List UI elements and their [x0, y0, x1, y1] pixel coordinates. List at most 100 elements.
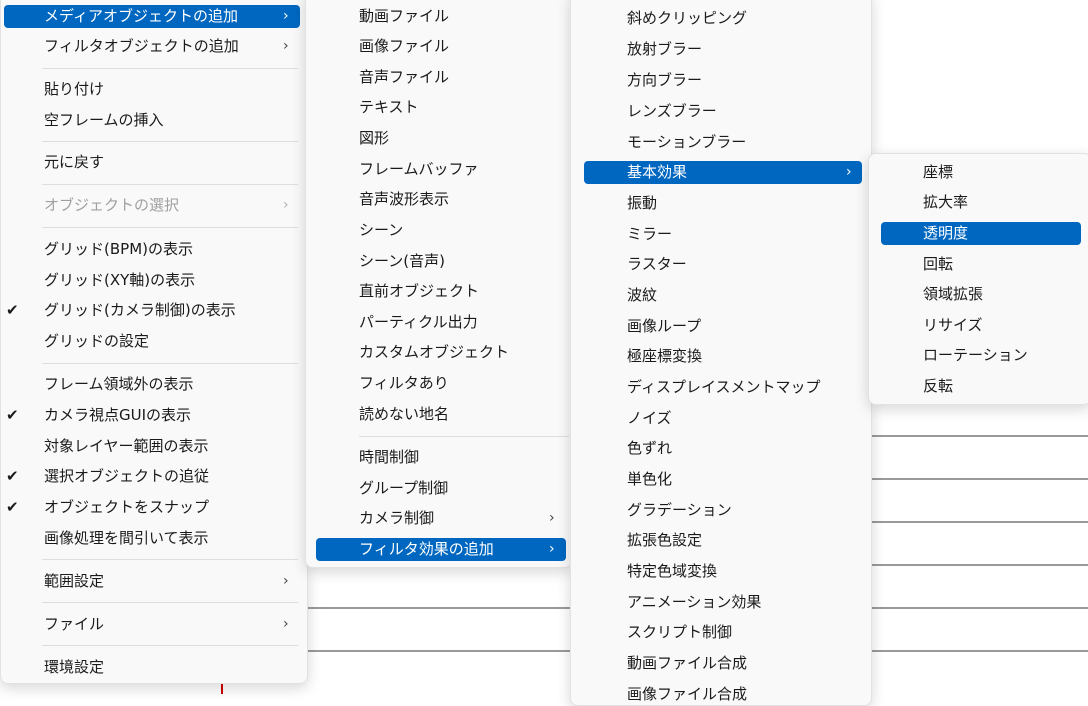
menu-item-area-expand[interactable]: 領域拡張 [881, 283, 1081, 306]
menu-item-label: 空フレームの挿入 [44, 111, 164, 129]
menu-item-basic-effects[interactable]: 基本効果 › [584, 161, 862, 184]
menu-item-unreadable-place[interactable]: 読めない地名 [316, 403, 566, 426]
menu-item-label: 色ずれ [627, 439, 673, 457]
menu-item-label: オブジェクトの選択 [44, 196, 180, 214]
menu-item-gradation[interactable]: グラデーション [584, 499, 862, 522]
menu-item-image-composite[interactable]: 画像ファイル合成 [584, 683, 862, 706]
menu-item-radial-blur[interactable]: 放射ブラー [584, 38, 862, 61]
menu-item-label: 画像ループ [627, 317, 702, 335]
menu-item-file[interactable]: ファイル › [4, 613, 300, 636]
menu-item-image-loop[interactable]: 画像ループ [584, 315, 862, 338]
menu-item-show-camera-gui[interactable]: ✔ カメラ視点GUIの表示 [4, 404, 300, 427]
menu-separator [42, 559, 298, 560]
menu-item-environment-settings[interactable]: 環境設定 [4, 656, 300, 679]
menu-item-zoom-ratio[interactable]: 拡大率 [881, 191, 1081, 214]
menu-item-show-grid-bpm[interactable]: グリッド(BPM)の表示 [4, 238, 300, 261]
menu-item-specific-color-conversion[interactable]: 特定色域変換 [584, 560, 862, 583]
menu-item-previous-object[interactable]: 直前オブジェクト [316, 280, 566, 303]
menu-item-label: モーションブラー [627, 133, 747, 151]
menu-item-undo[interactable]: 元に戻す [4, 151, 300, 174]
menu-item-label: シーン [359, 221, 404, 239]
menu-item-label: 読めない地名 [359, 405, 450, 423]
menu-item-add-media-object[interactable]: メディアオブジェクトの追加 › [4, 5, 300, 28]
chevron-right-icon: › [846, 164, 852, 180]
menu-item-thin-image-processing[interactable]: 画像処理を間引いて表示 [4, 527, 300, 550]
checkmark-icon: ✔ [6, 498, 19, 516]
menu-item-particle-output[interactable]: パーティクル出力 [316, 311, 566, 334]
menu-item-add-filter-object[interactable]: フィルタオブジェクトの追加 › [4, 35, 300, 58]
menu-item-label: 音声ファイル [359, 68, 450, 86]
menu-item-flip[interactable]: 反転 [881, 375, 1081, 398]
menu-item-add-filter-effect[interactable]: フィルタ効果の追加 › [316, 538, 566, 561]
menu-item-label: メディアオブジェクトの追加 [44, 7, 238, 25]
menu-item-show-grid-camera[interactable]: ✔ グリッド(カメラ制御)の表示 [4, 299, 300, 322]
menu-item-label: グリッド(BPM)の表示 [44, 240, 193, 258]
menu-item-vibration[interactable]: 振動 [584, 192, 862, 215]
menu-item-ripple[interactable]: 波紋 [584, 284, 862, 307]
menu-item-displacement-map[interactable]: ディスプレイスメントマップ [584, 376, 862, 399]
menu-item-video-composite[interactable]: 動画ファイル合成 [584, 652, 862, 675]
menu-item-label: アニメーション効果 [627, 593, 762, 611]
menu-item-coordinates[interactable]: 座標 [881, 161, 1081, 184]
menu-item-monochrome[interactable]: 単色化 [584, 468, 862, 491]
menu-item-label: 図形 [359, 129, 390, 147]
menu-item-label: 元に戻す [44, 153, 105, 171]
chevron-right-icon: › [283, 573, 289, 589]
menu-item-range-settings[interactable]: 範囲設定 › [4, 570, 300, 593]
menu-item-grid-settings[interactable]: グリッドの設定 [4, 330, 300, 353]
menu-item-show-outside-frame[interactable]: フレーム領域外の表示 [4, 373, 300, 396]
menu-item-show-target-layer-range[interactable]: 対象レイヤー範囲の表示 [4, 435, 300, 458]
menu-item-label: 画像処理を間引いて表示 [44, 529, 209, 547]
menu-item-resize[interactable]: リサイズ [881, 314, 1081, 337]
menu-item-label: 拡張色設定 [627, 531, 703, 549]
menu-item-diagonal-clipping[interactable]: 斜めクリッピング [584, 7, 862, 30]
menu-item-text[interactable]: テキスト [316, 96, 566, 119]
menu-item-frame-buffer[interactable]: フレームバッファ [316, 158, 566, 181]
menu-item-label: 座標 [923, 163, 954, 181]
menu-item-animation-effect[interactable]: アニメーション効果 [584, 591, 862, 614]
menu-item-shape[interactable]: 図形 [316, 127, 566, 150]
menu-item-mirror[interactable]: ミラー [584, 223, 862, 246]
menu-item-rotation[interactable]: 回転 [881, 253, 1081, 276]
menu-item-label: 振動 [627, 194, 658, 212]
menu-item-directional-blur[interactable]: 方向ブラー [584, 69, 862, 92]
menu-item-raster[interactable]: ラスター [584, 253, 862, 276]
menu-item-camera-control[interactable]: カメラ制御 › [316, 507, 566, 530]
menu-item-motion-blur[interactable]: モーションブラー [584, 131, 862, 154]
menu-item-label: 反転 [923, 377, 954, 395]
menu-item-follow-selected-object[interactable]: ✔ 選択オブジェクトの追従 [4, 465, 300, 488]
menu-item-label: 動画ファイル合成 [627, 654, 748, 672]
menu-item-time-control[interactable]: 時間制御 [316, 446, 566, 469]
menu-item-custom-object[interactable]: カスタムオブジェクト [316, 341, 566, 364]
menu-item-with-filter[interactable]: フィルタあり [316, 372, 566, 395]
menu-item-color-shift[interactable]: 色ずれ [584, 437, 862, 460]
menu-item-paste[interactable]: 貼り付け [4, 78, 300, 101]
menu-item-label: 単色化 [627, 470, 673, 488]
menu-item-scene[interactable]: シーン [316, 219, 566, 242]
menu-item-transparency[interactable]: 透明度 [881, 222, 1081, 245]
menu-item-label: 波紋 [627, 286, 658, 304]
menu-item-group-control[interactable]: グループ制御 [316, 477, 566, 500]
menu-item-noise[interactable]: ノイズ [584, 407, 862, 430]
menu-item-extended-color[interactable]: 拡張色設定 [584, 529, 862, 552]
menu-item-audio-file[interactable]: 音声ファイル [316, 66, 566, 89]
menu-item-video-file[interactable]: 動画ファイル [316, 5, 566, 28]
submenu-media-object: 動画ファイル 画像ファイル 音声ファイル テキスト 図形 フレームバッファ 音声… [305, 0, 573, 568]
menu-item-scene-audio[interactable]: シーン(音声) [316, 250, 566, 273]
menu-item-rotation-90[interactable]: ローテーション [881, 344, 1081, 367]
menu-item-lens-blur[interactable]: レンズブラー [584, 100, 862, 123]
menu-item-label: グリッド(カメラ制御)の表示 [44, 301, 236, 319]
menu-item-image-file[interactable]: 画像ファイル [316, 35, 566, 58]
menu-separator [42, 141, 298, 142]
menu-item-label: 領域拡張 [923, 285, 984, 303]
menu-item-polar-transform[interactable]: 極座標変換 [584, 345, 862, 368]
menu-item-script-control[interactable]: スクリプト制御 [584, 621, 862, 644]
menu-item-label: カメラ視点GUIの表示 [44, 406, 192, 424]
menu-item-audio-waveform[interactable]: 音声波形表示 [316, 188, 566, 211]
menu-item-snap-object[interactable]: ✔ オブジェクトをスナップ [4, 496, 300, 519]
menu-item-label: フィルタあり [359, 374, 449, 392]
menu-item-insert-empty-frame[interactable]: 空フレームの挿入 [4, 109, 300, 132]
submenu-filter-effect: 斜めクリッピング 放射ブラー 方向ブラー レンズブラー モーションブラー 基本効… [570, 0, 872, 706]
menu-item-label: ミラー [627, 225, 673, 243]
menu-item-show-grid-xy[interactable]: グリッド(XY軸)の表示 [4, 269, 300, 292]
